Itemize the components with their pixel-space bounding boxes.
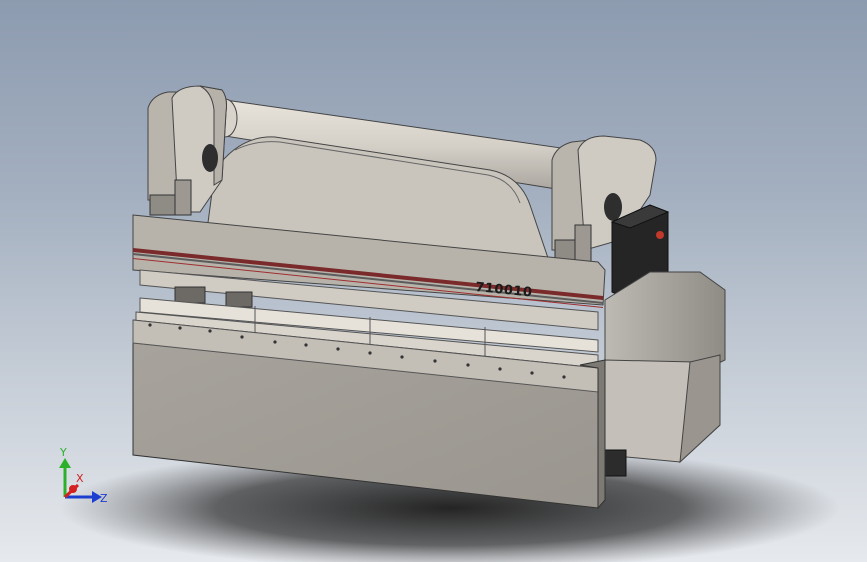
cad-viewport[interactable]: 710010 Y X Z [0, 0, 867, 562]
emergency-stop-icon[interactable] [656, 231, 664, 239]
hydraulic-motor-housing[interactable] [597, 271, 726, 477]
press-brake-model[interactable]: 710010 Y X Z [0, 0, 867, 562]
left-pivot-hole [202, 144, 218, 172]
orientation-triad[interactable]: Y X Z [59, 446, 108, 505]
y-axis-label: Y [59, 446, 67, 459]
right-pivot-hole [604, 193, 622, 221]
z-axis-label: Z [100, 492, 108, 505]
x-axis-label: X [76, 472, 84, 485]
